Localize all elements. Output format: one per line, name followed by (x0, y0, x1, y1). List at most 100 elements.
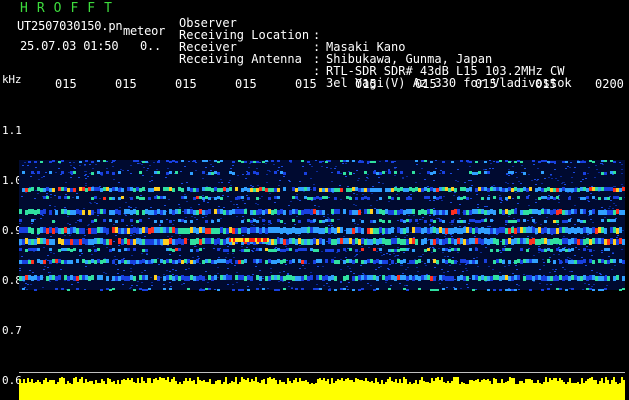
noise-speckle (571, 192, 573, 193)
noise-speckle (268, 224, 270, 225)
signal-pixel (520, 227, 523, 233)
noise-speckle (172, 269, 174, 270)
signal-pixel (319, 275, 322, 280)
noise-speckle (118, 245, 120, 246)
noise-speckle (198, 258, 200, 259)
noise-speckle (310, 178, 312, 179)
signal-pixel (97, 187, 100, 191)
signal-pixel (298, 187, 301, 191)
noise-speckle (179, 207, 181, 208)
noise-floor-spike (619, 383, 621, 386)
signal-pixel (358, 210, 361, 215)
noise-speckle (534, 179, 536, 180)
noise-floor-spike (589, 378, 591, 386)
signal-pixel (253, 161, 256, 163)
noise-speckle (47, 255, 49, 256)
noise-floor-spike (463, 383, 465, 386)
signal-pixel (40, 188, 43, 192)
signal-pixel (559, 239, 562, 245)
signal-pixel (475, 161, 478, 163)
signal-pixel (574, 238, 577, 244)
signal-pixel (118, 276, 121, 281)
signal-pixel (334, 228, 337, 234)
signal-pixel (601, 187, 604, 191)
noise-speckle (535, 202, 537, 203)
signal-pixel (565, 275, 568, 280)
noise-speckle (47, 267, 49, 268)
noise-speckle (567, 166, 569, 167)
noise-speckle (242, 174, 244, 175)
signal-pixel (502, 188, 505, 192)
signal-pixel (214, 171, 217, 174)
noise-speckle (262, 276, 264, 277)
noise-speckle (112, 166, 114, 167)
noise-speckle (516, 269, 518, 270)
signal-pixel (556, 210, 559, 215)
noise-floor-spike (263, 379, 265, 386)
noise-speckle (574, 205, 576, 206)
signal-pixel (157, 161, 160, 163)
signal-pixel (67, 239, 70, 245)
signal-pixel (94, 260, 97, 264)
noise-speckle (345, 257, 347, 258)
noise-speckle (128, 206, 130, 207)
signal-pixel (319, 161, 322, 163)
signal-pixel (298, 220, 301, 223)
signal-pixel (286, 275, 289, 280)
noise-speckle (202, 217, 204, 218)
noise-floor-spike (493, 378, 495, 386)
time-tick: 015 (235, 77, 257, 91)
noise-speckle (410, 232, 412, 233)
signal-pixel (334, 188, 337, 192)
signal-pixel (499, 160, 502, 162)
signal-pixel (139, 188, 142, 192)
signal-pixel (349, 228, 352, 234)
signal-pixel (112, 227, 115, 233)
noise-speckle (396, 194, 398, 195)
noise-floor-spike (21, 383, 23, 386)
noise-speckle (284, 223, 286, 224)
noise-speckle (422, 254, 424, 255)
signal-pixel (121, 196, 124, 199)
signal-pixel (151, 188, 154, 192)
signal-pixel (202, 289, 205, 291)
signal-pixel (208, 238, 211, 244)
noise-floor-spike (301, 381, 303, 386)
signal-pixel (277, 248, 280, 251)
signal-pixel (19, 276, 22, 281)
noise-speckle (430, 233, 432, 234)
signal-pixel (157, 187, 160, 191)
signal-pixel (298, 210, 301, 215)
noise-speckle (328, 286, 330, 287)
signal-pixel (76, 288, 79, 290)
noise-speckle (206, 186, 208, 187)
time-tick: 015 (295, 77, 317, 91)
signal-pixel (511, 289, 514, 291)
noise-speckle (49, 205, 51, 206)
echo-burst (235, 238, 237, 242)
noise-speckle (523, 274, 525, 275)
signal-pixel (205, 238, 208, 244)
signal-pixel (322, 239, 325, 245)
noise-floor-spike (63, 378, 65, 386)
noise-floor-spike (547, 382, 549, 386)
signal-pixel (424, 196, 427, 199)
signal-pixel (190, 227, 193, 233)
signal-pixel (79, 210, 82, 215)
signal-pixel (463, 210, 466, 215)
noise-speckle (173, 220, 175, 221)
noise-floor-spike (159, 377, 161, 386)
echo-burst (231, 238, 233, 242)
noise-floor-spike (363, 381, 365, 386)
signal-pixel (430, 161, 433, 163)
signal-pixel (19, 248, 22, 251)
noise-floor-spike (281, 382, 283, 386)
signal-pixel (442, 228, 445, 234)
signal-pixel (379, 238, 382, 244)
signal-pixel (142, 227, 145, 233)
noise-speckle (117, 273, 119, 274)
noise-speckle (299, 268, 301, 269)
noise-floor-spike (387, 379, 389, 386)
echo-burst (251, 238, 253, 242)
noise-speckle (601, 163, 603, 164)
